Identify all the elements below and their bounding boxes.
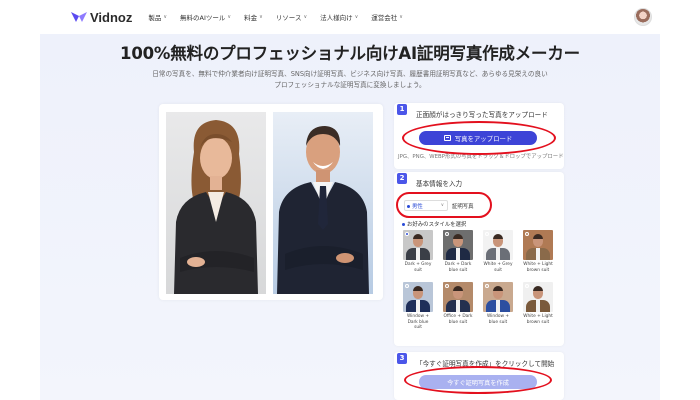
- menu-item-products[interactable]: 製品 ∨: [148, 12, 167, 22]
- step-number-badge: 2: [397, 173, 407, 184]
- hair-shape: [413, 286, 423, 291]
- menu-item-pricing[interactable]: 料金 ∨: [244, 12, 263, 22]
- menu-item-business[interactable]: 法人様向け ∨: [320, 12, 358, 22]
- style-caption: Office + Dark blue suit: [443, 314, 473, 325]
- shirt-shape: [496, 300, 500, 312]
- chevron-down-icon: ∨: [227, 14, 232, 20]
- select-radio-icon: [445, 232, 449, 236]
- menu-item-company[interactable]: 運営会社 ∨: [371, 12, 403, 22]
- style-thumbnail: [443, 282, 473, 312]
- hair-shape: [453, 234, 463, 239]
- hair-shape: [453, 286, 463, 291]
- style-thumbnail: [403, 230, 433, 260]
- style-caption: Dark + Grey suit: [404, 262, 432, 273]
- style-option[interactable]: Dark + Grey suit: [403, 230, 433, 273]
- hair-shape: [413, 234, 423, 239]
- chevron-down-icon: ∨: [259, 14, 263, 20]
- shirt-shape: [416, 300, 420, 312]
- shirt-shape: [416, 248, 420, 260]
- step-create-panel: 3 「今すぐ証明写真を作成」をクリックして開始 今すぐ証明写真を作成: [394, 352, 564, 400]
- example-photo-card: [159, 104, 383, 300]
- chevron-down-icon: ∨: [303, 14, 308, 20]
- style-thumbnail: [443, 230, 473, 260]
- example-photo-man: [273, 112, 373, 294]
- page-title: 100%無料のプロフェッショナル向けAI証明写真作成メーカー: [120, 44, 580, 63]
- select-radio-icon: [525, 284, 529, 288]
- hair-shape: [533, 234, 543, 239]
- style-caption: Window + blue suit: [487, 314, 509, 325]
- man-portrait-image: [277, 126, 369, 294]
- chevron-down-icon: ∨: [354, 14, 359, 20]
- chevron-down-icon: ∨: [163, 14, 168, 20]
- step-number-badge: 1: [397, 104, 407, 115]
- logo-mark-icon: [71, 12, 87, 22]
- select-radio-icon: [525, 232, 529, 236]
- style-caption: White + Light brown suit: [523, 262, 553, 273]
- dot-icon: [402, 223, 405, 226]
- step-label: 正面顔がはっきり写った写真をアップロード: [416, 111, 548, 119]
- style-option[interactable]: Window + Dark blue suit: [403, 282, 433, 331]
- vidnoz-logo[interactable]: Vidnoz: [70, 10, 132, 25]
- step-upload-panel: 1 正面顔がはっきり写った写真をアップロード 写真をアップロード JPG、PNG…: [394, 103, 564, 169]
- shirt-shape: [496, 248, 500, 260]
- style-thumbnail: [403, 282, 433, 312]
- hair-shape: [493, 286, 503, 291]
- red-highlight-circle: [404, 366, 552, 394]
- woman-portrait-image: [174, 120, 258, 294]
- style-thumbnail: [483, 230, 513, 260]
- main-menu: 製品 ∨ 無料のAIツール ∨ 料金 ∨ リソース ∨ 法人様向け ∨ 運営会社 ∨: [148, 12, 416, 22]
- style-option[interactable]: Dark + Dark blue suit: [443, 230, 473, 273]
- style-caption: White + Grey suit: [483, 262, 513, 273]
- step-info-panel: 2 基本情報を入力 男性 ∨ 証明写真 お好みのスタイルを選択 Dark + G…: [394, 172, 564, 346]
- style-option[interactable]: Office + Dark blue suit: [443, 282, 473, 325]
- style-thumbnail: [483, 282, 513, 312]
- select-radio-icon: [445, 284, 449, 288]
- select-radio-icon: [405, 284, 409, 288]
- step-label: 基本情報を入力: [416, 180, 463, 188]
- shirt-shape: [536, 300, 540, 312]
- logo-text: Vidnoz: [90, 9, 133, 25]
- select-radio-icon: [485, 284, 489, 288]
- menu-item-free-ai-tools[interactable]: 無料のAIツール ∨: [180, 12, 231, 22]
- red-highlight-circle: [396, 192, 492, 218]
- style-option[interactable]: Window + blue suit: [483, 282, 513, 325]
- style-caption: Dark + Dark blue suit: [444, 262, 472, 273]
- top-navigation: Vidnoz 製品 ∨ 無料のAIツール ∨ 料金 ∨ リソース ∨ 法人様向け ∨ 運営…: [40, 0, 660, 34]
- user-avatar[interactable]: [634, 8, 652, 26]
- select-radio-icon: [405, 232, 409, 236]
- shirt-shape: [536, 248, 540, 260]
- hair-shape: [493, 234, 503, 239]
- chevron-down-icon: ∨: [399, 14, 403, 20]
- hair-shape: [533, 286, 543, 291]
- style-section-title: お好みのスタイルを選択: [402, 220, 466, 228]
- example-photo-woman: [166, 112, 266, 294]
- menu-item-resources[interactable]: リソース ∨: [276, 12, 307, 22]
- select-radio-icon: [485, 232, 489, 236]
- style-option[interactable]: White + Light brown suit: [523, 230, 553, 273]
- shirt-shape: [456, 300, 460, 312]
- red-highlight-circle: [402, 121, 556, 155]
- style-option[interactable]: White + Grey suit: [483, 230, 513, 273]
- style-thumbnail: [523, 230, 553, 260]
- style-option[interactable]: White + Light brown suit: [523, 282, 553, 325]
- shirt-shape: [456, 248, 460, 260]
- style-caption: White + Light brown suit: [523, 314, 553, 325]
- style-caption: Window + Dark blue suit: [407, 314, 429, 330]
- style-thumbnail: [523, 282, 553, 312]
- page-subtitle: 日常の写真を、無料で仲介業者向け証明写真、SNS向け証明写真、ビジネス向け写真、…: [152, 70, 548, 89]
- step-number-badge: 3: [397, 353, 407, 364]
